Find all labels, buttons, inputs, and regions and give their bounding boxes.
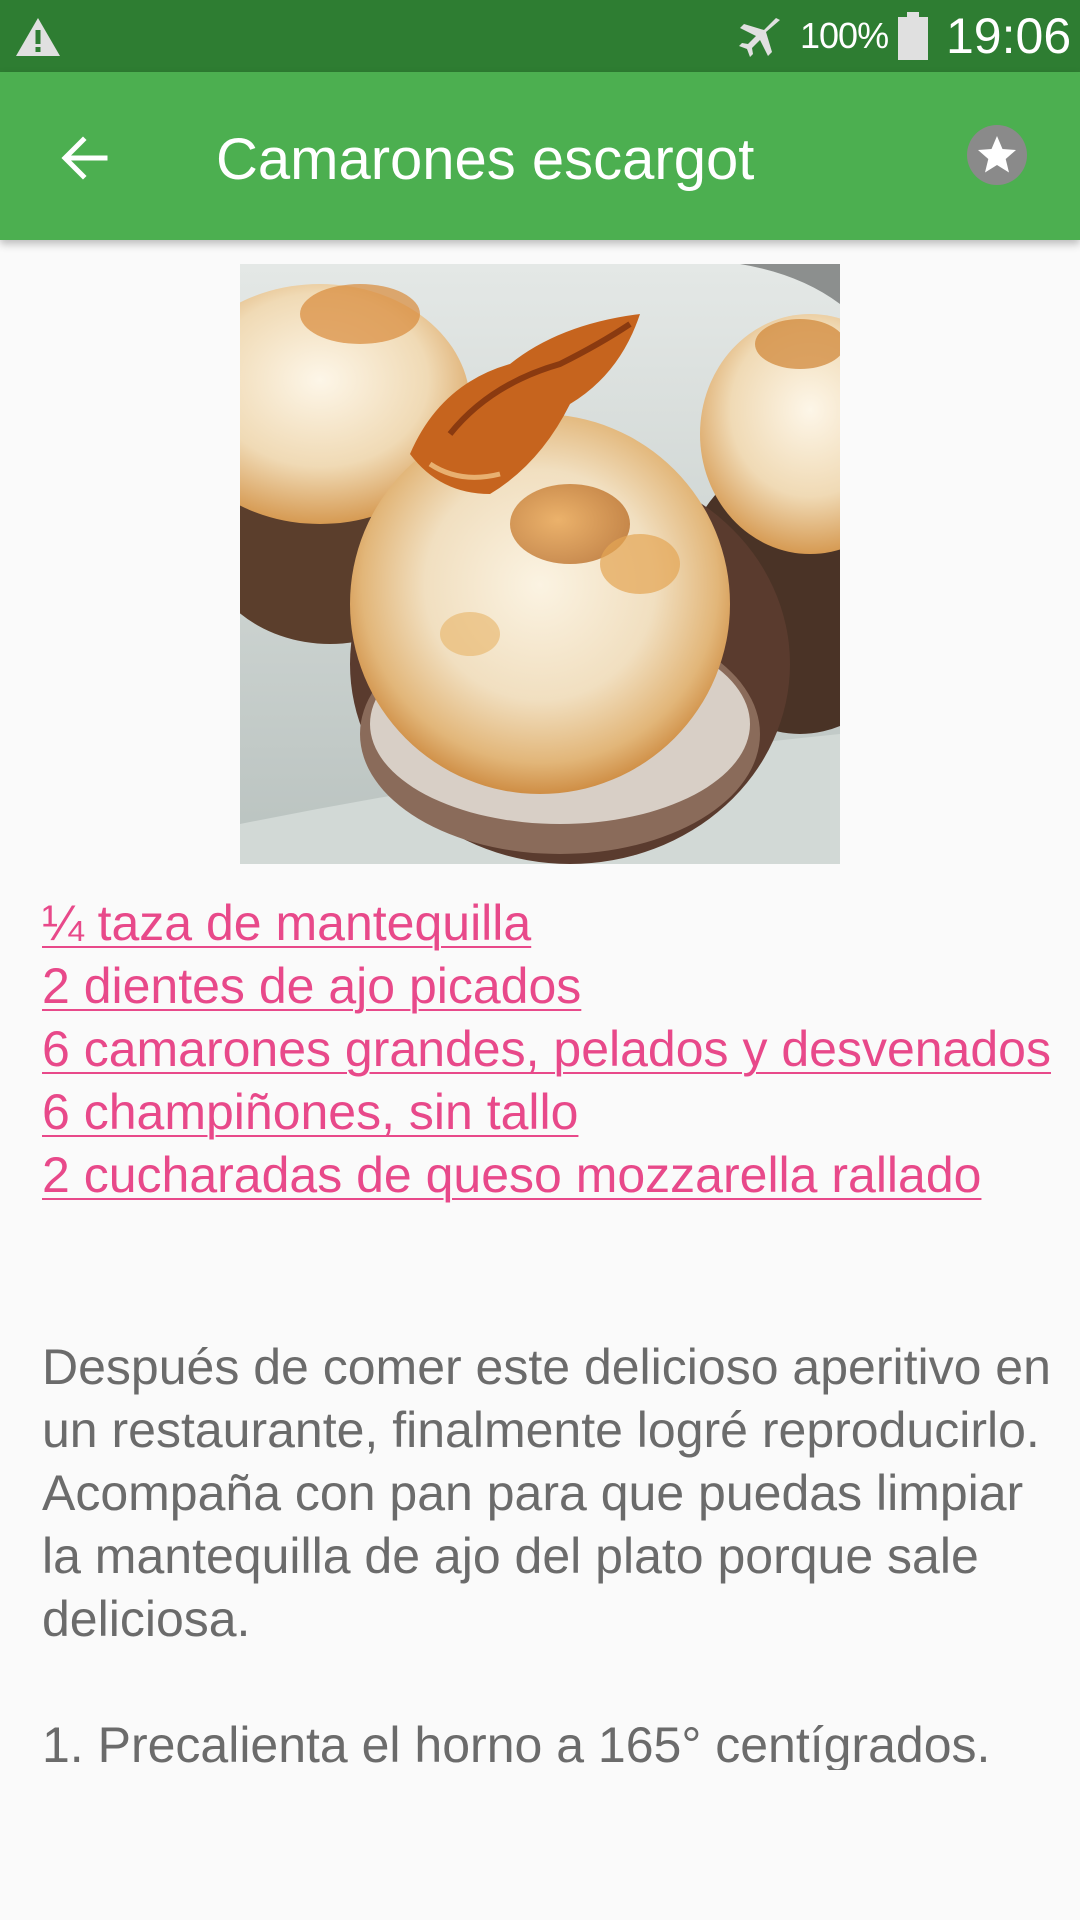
back-button[interactable]: [44, 118, 124, 198]
ingredient-link[interactable]: 2 dientes de ajo picados: [42, 955, 1062, 1018]
ingredient-link[interactable]: 2 cucharadas de queso mozzarella rallado: [42, 1144, 1062, 1207]
ingredient-link[interactable]: 6 camarones grandes, pelados y desvenado…: [42, 1018, 1062, 1081]
back-arrow-icon: [61, 136, 108, 180]
app-bar: Camarones escargot: [0, 72, 1080, 240]
airplane-mode-icon: [739, 18, 780, 57]
ingredient-link[interactable]: 6 champiñones, sin tallo: [42, 1081, 1062, 1144]
warning-icon: [16, 18, 60, 56]
battery-icon: [898, 12, 928, 60]
shrimp-stuffed-mushrooms-photo: [240, 264, 840, 864]
recipe-photo: [240, 264, 840, 864]
star-favorite-icon: [967, 125, 1027, 185]
status-clock: 19:06: [946, 8, 1072, 64]
ingredient-link[interactable]: ¼ taza de mantequilla: [42, 892, 1062, 955]
page-title: Camarones escargot: [216, 127, 755, 192]
status-bar: 100% 19:06: [0, 0, 1080, 72]
favorite-button[interactable]: [966, 124, 1028, 186]
recipe-content[interactable]: ¼ taza de mantequilla 2 dientes de ajo p…: [0, 240, 1080, 1770]
battery-percentage: 100%: [800, 15, 889, 56]
recipe-description: Después de comer este delicioso aperitiv…: [42, 1339, 1051, 1647]
ingredients-list: ¼ taza de mantequilla 2 dientes de ajo p…: [42, 892, 1062, 1207]
recipe-step: 1. Precalienta el horno a 165° centígrad…: [42, 1717, 991, 1770]
bottom-blank-area: [0, 1770, 1080, 1920]
